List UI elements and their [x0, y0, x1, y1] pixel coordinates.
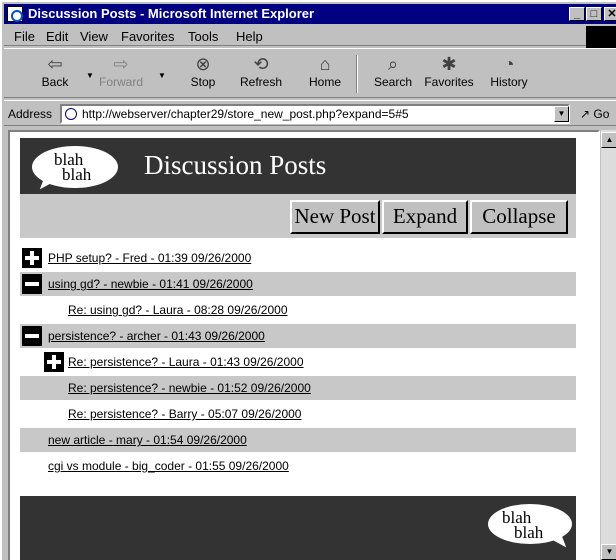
favorites-button[interactable]: ✱ Favorites: [422, 53, 476, 95]
menu-file[interactable]: File: [14, 29, 35, 44]
post-row: Re: persistence? - Barry - 05:07 09/26/2…: [20, 402, 576, 426]
post-link[interactable]: using gd? - newbie - 01:41 09/26/2000: [48, 277, 253, 291]
post-row: Re: using gd? - Laura - 08:28 09/26/2000: [20, 298, 576, 322]
toolbar-separator: [356, 55, 358, 93]
search-button[interactable]: ⌕ Search: [366, 53, 420, 95]
menu-view[interactable]: View: [80, 29, 108, 44]
toolbar: ⇦ Back ▼ ⇨ Forward ▼ ⊗ Stop ⟲ Refresh ⌂ …: [4, 48, 616, 98]
page-content: blah blah Discussion Posts New Post Expa…: [8, 130, 600, 560]
post-row: PHP setup? - Fred - 01:39 09/26/2000: [20, 246, 576, 270]
post-link[interactable]: cgi vs module - big_coder - 01:55 09/26/…: [48, 459, 289, 473]
address-bar: Address http://webserver/chapter29/store…: [4, 100, 616, 126]
expand-plus-icon[interactable]: [44, 352, 64, 372]
stop-icon: ⊗: [195, 54, 211, 74]
forward-button[interactable]: ⇨ Forward: [94, 53, 148, 95]
vertical-scrollbar[interactable]: ▲ ▼: [600, 130, 616, 560]
search-icon: ⌕: [387, 54, 399, 74]
maximize-button[interactable]: □: [586, 7, 602, 21]
window-title: Discussion Posts - Microsoft Internet Ex…: [28, 6, 315, 21]
forward-dropdown-icon[interactable]: ▼: [158, 71, 166, 80]
post-row: persistence? - archer - 01:43 09/26/2000: [20, 324, 576, 348]
go-button[interactable]: ↗ Go: [580, 107, 609, 121]
address-input[interactable]: http://webserver/chapter29/store_new_pos…: [60, 104, 570, 124]
post-link[interactable]: Re: using gd? - Laura - 08:28 09/26/2000: [68, 303, 288, 317]
nav-button-bar: New Post Expand Collapse: [20, 194, 576, 238]
collapse-minus-icon[interactable]: [22, 326, 42, 346]
refresh-button[interactable]: ⟲ Refresh: [234, 53, 288, 95]
back-dropdown-icon[interactable]: ▼: [86, 71, 94, 80]
post-link[interactable]: new article - mary - 01:54 09/26/2000: [48, 433, 247, 447]
menu-help[interactable]: Help: [236, 29, 263, 44]
menu-edit[interactable]: Edit: [46, 29, 68, 44]
post-link[interactable]: Re: persistence? - Laura - 01:43 09/26/2…: [68, 355, 304, 369]
scroll-up-icon[interactable]: ▲: [601, 132, 616, 148]
refresh-icon: ⟲: [253, 54, 269, 74]
go-arrow-icon: ↗: [580, 107, 591, 121]
back-button[interactable]: ⇦ Back: [28, 53, 82, 95]
post-row: using gd? - newbie - 01:41 09/26/2000: [20, 272, 576, 296]
history-button[interactable]: ◔ History: [482, 53, 536, 95]
page-header: blah blah Discussion Posts: [20, 138, 576, 194]
home-button[interactable]: ⌂ Home: [298, 53, 352, 95]
scroll-down-icon[interactable]: ▼: [601, 544, 616, 560]
windows-logo-icon: [586, 26, 616, 48]
address-url: http://webserver/chapter29/store_new_pos…: [82, 107, 409, 121]
history-icon: ◔: [503, 54, 515, 74]
menu-bar: File Edit View Favorites Tools Help: [4, 26, 616, 46]
page-icon: [65, 108, 77, 120]
title-bar[interactable]: Discussion Posts - Microsoft Internet Ex…: [4, 4, 616, 24]
new-post-button[interactable]: New Post: [290, 200, 380, 234]
close-button[interactable]: ✕: [604, 7, 616, 21]
browser-window: Discussion Posts - Microsoft Internet Ex…: [0, 0, 616, 560]
post-row: new article - mary - 01:54 09/26/2000: [20, 428, 576, 452]
post-row: Re: persistence? - newbie - 01:52 09/26/…: [20, 376, 576, 400]
address-dropdown-icon[interactable]: ▼: [554, 106, 569, 122]
page-footer: blah blah: [20, 496, 576, 560]
address-label: Address: [8, 107, 53, 121]
collapse-button[interactable]: Collapse: [470, 200, 568, 234]
post-link[interactable]: Re: persistence? - newbie - 01:52 09/26/…: [68, 381, 311, 395]
back-arrow-icon: ⇦: [47, 54, 63, 74]
stop-button[interactable]: ⊗ Stop: [176, 53, 230, 95]
ie-icon: [7, 6, 23, 22]
home-icon: ⌂: [319, 54, 331, 74]
collapse-minus-icon[interactable]: [22, 274, 42, 294]
post-link[interactable]: Re: persistence? - Barry - 05:07 09/26/2…: [68, 407, 301, 421]
post-link[interactable]: PHP setup? - Fred - 01:39 09/26/2000: [48, 251, 251, 265]
post-link[interactable]: persistence? - archer - 01:43 09/26/2000: [48, 329, 265, 343]
page-title: Discussion Posts: [144, 150, 327, 180]
blah-blah-logo: blah blah: [32, 146, 118, 188]
menu-favorites[interactable]: Favorites: [121, 29, 174, 44]
minimize-button[interactable]: _: [569, 7, 585, 21]
post-row: Re: persistence? - Laura - 01:43 09/26/2…: [20, 350, 576, 374]
expand-plus-icon[interactable]: [22, 248, 42, 268]
post-row: cgi vs module - big_coder - 01:55 09/26/…: [20, 454, 576, 478]
menu-tools[interactable]: Tools: [188, 29, 218, 44]
favorites-icon: ✱: [441, 54, 457, 74]
forward-arrow-icon: ⇨: [113, 54, 129, 74]
expand-button[interactable]: Expand: [382, 200, 468, 234]
blah-blah-logo: blah blah: [488, 504, 572, 544]
